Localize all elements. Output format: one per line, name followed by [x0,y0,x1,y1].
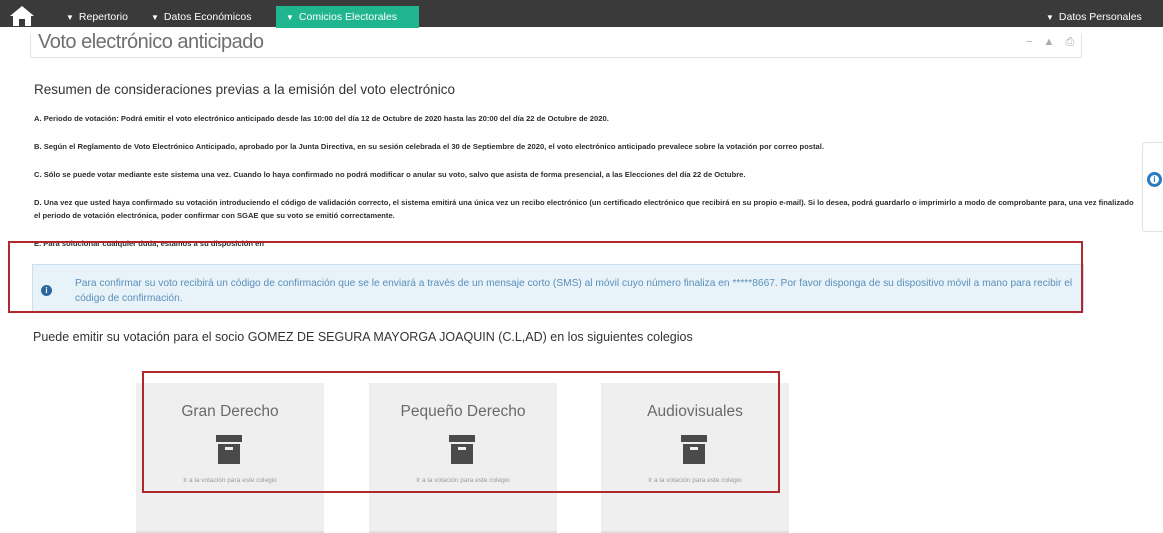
nav-item-label: Repertorio [78,11,128,23]
side-info-tab[interactable]: i [1142,142,1163,232]
summary-item-d: D. Una vez que usted haya confirmado su … [34,198,1134,220]
chevron-down-icon: ▼ [286,13,294,22]
highlight-box-alert [8,241,1083,313]
chevron-down-icon: ▼ [1046,13,1054,22]
collapse-icon[interactable]: − [1026,36,1032,48]
home-icon[interactable] [8,4,36,28]
chevron-down-icon: ▼ [151,13,159,22]
nav-item-datos-personales[interactable]: ▼ Datos Personales [1036,6,1152,28]
summary-title: Resumen de consideraciones previas a la … [34,82,455,97]
chevron-down-icon: ▼ [66,13,74,22]
page-title: Voto electrónico anticipado [38,31,264,53]
nav-item-comicios-electorales[interactable]: ▼ Comicios Electorales [276,6,419,28]
title-box-border [1081,33,1082,57]
summary-item-b: B. Según el Reglamento de Voto Electróni… [34,142,824,151]
print-icon[interactable]: ⎙ [1065,36,1074,48]
nav-item-datos-economicos[interactable]: ▼ Datos Económicos [141,6,261,28]
up-icon[interactable]: ▲ [1044,36,1055,48]
nav-item-label: Comicios Electorales [298,11,397,23]
voting-title: Puede emitir su votación para el socio G… [33,330,693,344]
top-navbar: ▼ Repertorio ▼ Datos Económicos ▼ Comicios … [0,0,1163,31]
summary-item-c: C. Sólo se puede votar mediante este sis… [34,170,746,179]
highlight-box-cards [142,371,780,493]
summary-item-a: A. Periodo de votación: Podrá emitir el … [34,114,609,123]
info-icon: i [1147,172,1162,187]
header-tools: − ▲ ⎙ [1018,36,1074,49]
divider [30,57,1082,58]
nav-item-repertorio[interactable]: ▼ Repertorio [56,6,138,28]
title-box-border [30,33,31,57]
nav-item-label: Datos Económicos [163,11,252,23]
nav-item-label: Datos Personales [1058,11,1142,23]
